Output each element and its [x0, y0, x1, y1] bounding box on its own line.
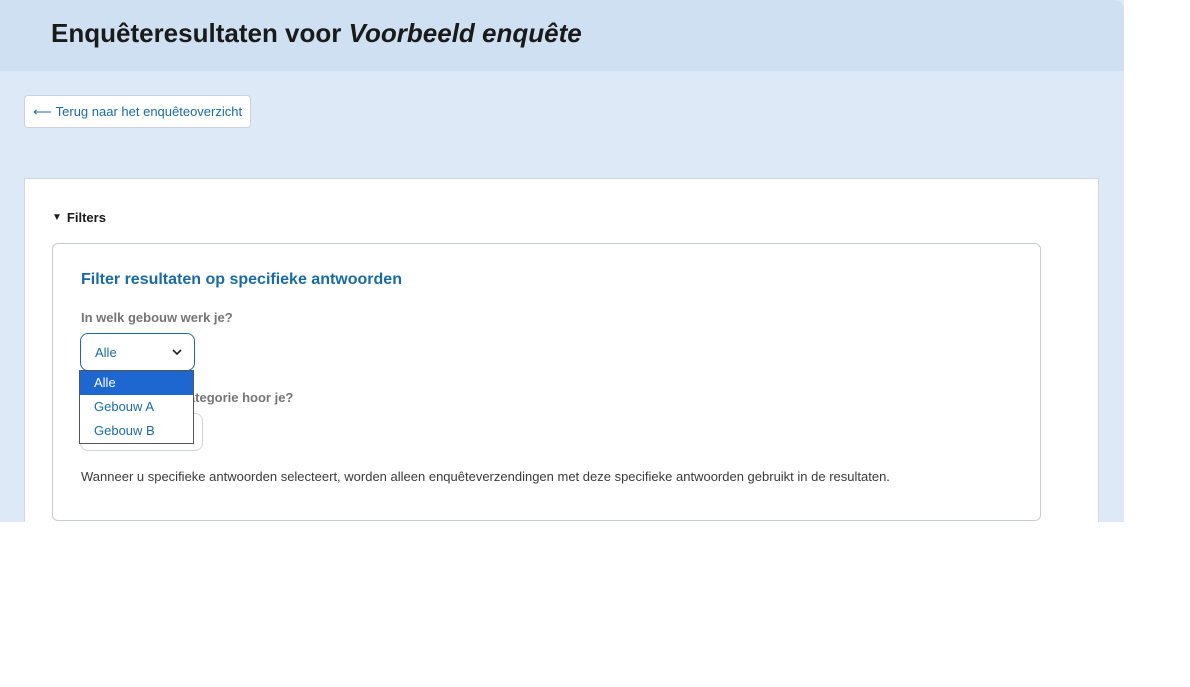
dropdown-option-gebouw-b[interactable]: Gebouw B	[80, 419, 193, 443]
back-to-overview-button[interactable]: ⟵ Terug naar het enquêteoverzicht	[24, 95, 252, 128]
filters-toggle[interactable]: ▼ Filters	[52, 210, 106, 225]
back-to-overview-label: Terug naar het enquêteoverzicht	[55, 104, 243, 119]
dropdown-option-gebouw-a[interactable]: Gebouw A	[80, 395, 193, 419]
building-select-dropdown: Alle Gebouw A Gebouw B	[79, 370, 194, 444]
filters-toggle-label: Filters	[66, 210, 106, 225]
filters-fieldset: Filter resultaten op specifieke antwoord…	[52, 243, 1041, 521]
triangle-down-icon: ▼	[52, 212, 62, 223]
page-title: Enquêteresultaten voor Voorbeeld enquête	[51, 18, 582, 49]
building-select-value: Alle	[95, 344, 117, 360]
building-select[interactable]: Alle	[80, 333, 195, 371]
page-title-survey-name: Voorbeeld enquête	[348, 18, 582, 48]
building-question-label: In welk gebouw werk je?	[81, 310, 233, 325]
dropdown-option-alle[interactable]: Alle	[80, 371, 193, 395]
page-header: Enquêteresultaten voor Voorbeeld enquête	[0, 0, 1124, 71]
category-question-label-visible: categorie hoor je?	[180, 390, 294, 405]
filters-legend: Filter resultaten op specifieke antwoord…	[81, 271, 402, 288]
page-title-prefix: Enquêteresultaten voor	[51, 18, 342, 48]
chevron-down-icon	[172, 349, 182, 356]
arrow-left-icon: ⟵	[33, 103, 52, 119]
results-card: ▼ Filters Filter resultaten op specifiek…	[24, 178, 1099, 522]
filters-note: Wanneer u specifieke antwoorden selectee…	[81, 469, 890, 484]
